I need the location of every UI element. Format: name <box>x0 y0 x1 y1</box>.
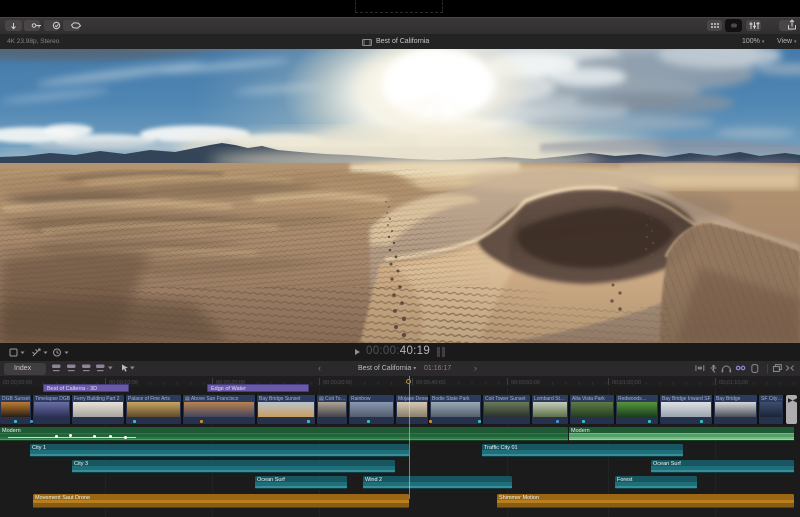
svg-text:00:00:40:00: 00:00:40:00 <box>416 380 445 386</box>
svg-text:00:01:00:00: 00:01:00:00 <box>612 380 641 386</box>
svg-text:00:00:00:00: 00:00:00:00 <box>3 380 32 386</box>
svg-text:00:01:10:00: 00:01:10:00 <box>719 380 748 386</box>
